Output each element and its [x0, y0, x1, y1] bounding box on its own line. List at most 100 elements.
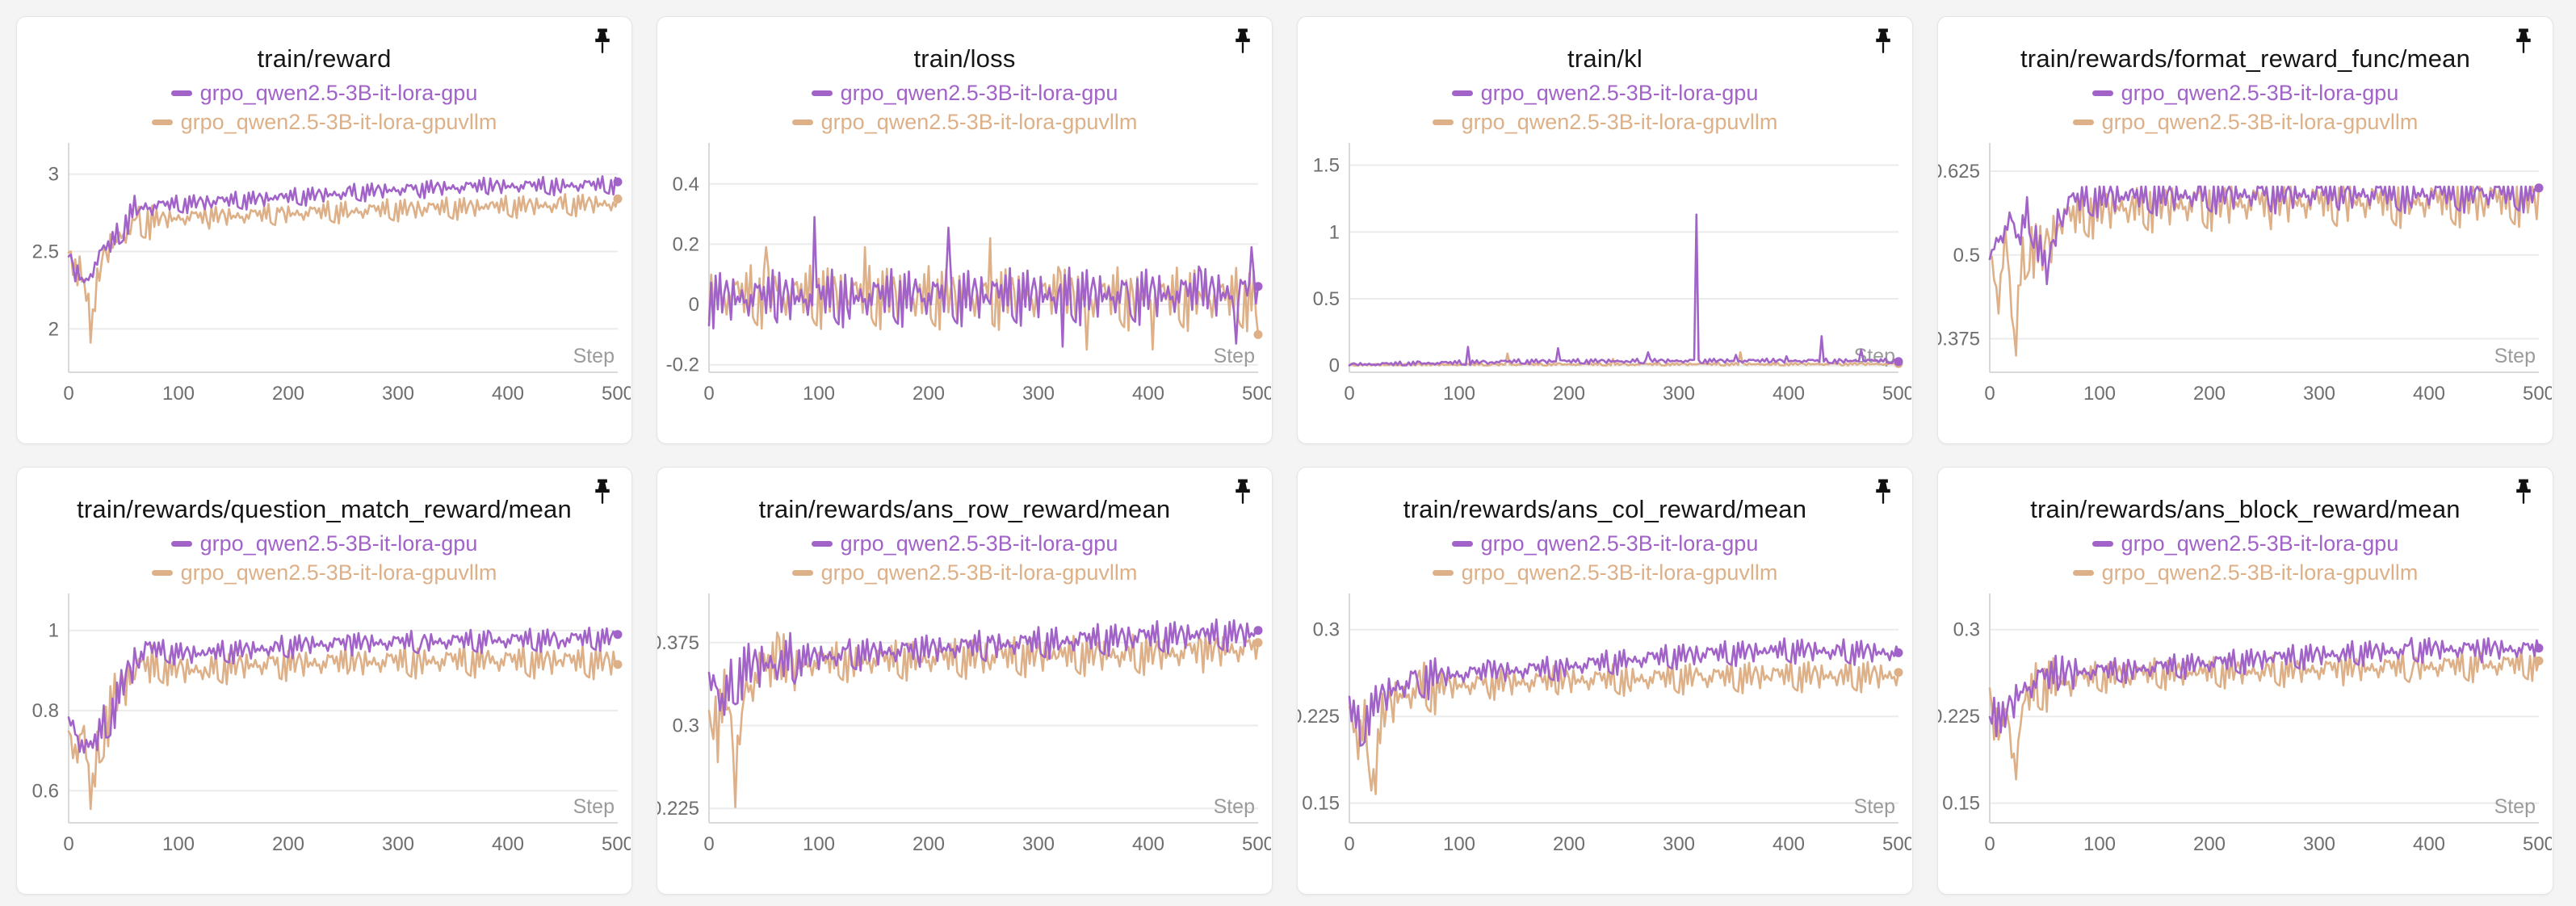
legend-item-run-0[interactable]: grpo_qwen2.5-3B-it-lora-gpu	[17, 78, 631, 107]
legend-item-run-0[interactable]: grpo_qwen2.5-3B-it-lora-gpu	[1298, 529, 1912, 558]
y-tick-label: 2	[48, 318, 59, 340]
series-endpoint-grpo_qwen2.5-3B-it-lora-gpu[interactable]	[614, 178, 623, 187]
chart-plot[interactable]: 0.150.2250.30100200300400500Step	[1298, 589, 1911, 894]
chart-plot[interactable]: 0.60.810100200300400500Step	[17, 589, 631, 894]
legend-item-run-0[interactable]: grpo_qwen2.5-3B-it-lora-gpu	[17, 529, 631, 558]
x-tick-label: 300	[2303, 383, 2335, 405]
chart-plot[interactable]: 00.511.50100200300400500Step	[1298, 138, 1911, 443]
x-tick-label: 500	[1882, 383, 1911, 405]
x-tick-label: 100	[2083, 383, 2116, 405]
series-endpoint-grpo_qwen2.5-3B-it-lora-gpu[interactable]	[1254, 282, 1263, 291]
series-endpoint-grpo_qwen2.5-3B-it-lora-gpuvllm[interactable]	[1254, 638, 1263, 647]
chart-panel-train-reward: train/reward grpo_qwen2.5-3B-it-lora-gpu…	[16, 16, 632, 444]
chart-plot[interactable]: -0.200.20.40100200300400500Step	[657, 138, 1271, 443]
series-line-grpo_qwen2.5-3B-it-lora-gpu[interactable]	[1349, 215, 1898, 366]
x-tick-label: 200	[2193, 383, 2226, 405]
legend-item-run-0[interactable]: grpo_qwen2.5-3B-it-lora-gpu	[1938, 78, 2553, 107]
chart-plot[interactable]: 0.150.2250.30100200300400500Step	[1938, 589, 2552, 894]
legend-item-run-1[interactable]: grpo_qwen2.5-3B-it-lora-gpuvllm	[17, 107, 631, 136]
series-endpoint-grpo_qwen2.5-3B-it-lora-gpu[interactable]	[614, 630, 623, 639]
pin-icon[interactable]	[2514, 479, 2533, 506]
legend-item-run-1[interactable]: grpo_qwen2.5-3B-it-lora-gpuvllm	[657, 107, 1272, 136]
legend-item-run-0[interactable]: grpo_qwen2.5-3B-it-lora-gpu	[1938, 529, 2553, 558]
series-line-grpo_qwen2.5-3B-it-lora-gpuvllm[interactable]	[69, 194, 618, 342]
series-endpoint-grpo_qwen2.5-3B-it-lora-gpu[interactable]	[1894, 357, 1903, 366]
series-endpoint-grpo_qwen2.5-3B-it-lora-gpu[interactable]	[2535, 183, 2544, 192]
pin-icon[interactable]	[1233, 28, 1252, 56]
x-tick-label: 500	[2523, 833, 2552, 855]
legend-item-run-0[interactable]: grpo_qwen2.5-3B-it-lora-gpu	[1298, 78, 1912, 107]
legend-swatch	[1433, 120, 1454, 125]
series-line-grpo_qwen2.5-3B-it-lora-gpuvllm[interactable]	[69, 644, 618, 809]
series-line-grpo_qwen2.5-3B-it-lora-gpu[interactable]	[1990, 638, 2539, 736]
chart-plot[interactable]: 0.3750.50.6250100200300400500Step	[1938, 138, 2552, 443]
chart-plot[interactable]: 0.2250.30.3750100200300400500Step	[657, 589, 1271, 894]
x-tick-label: 100	[162, 383, 195, 405]
series-endpoint-grpo_qwen2.5-3B-it-lora-gpuvllm[interactable]	[614, 195, 623, 203]
series-line-grpo_qwen2.5-3B-it-lora-gpu[interactable]	[69, 627, 618, 753]
x-tick-label: 100	[1443, 383, 1475, 405]
series-endpoint-grpo_qwen2.5-3B-it-lora-gpuvllm[interactable]	[2535, 656, 2544, 665]
x-tick-label: 100	[162, 833, 195, 855]
x-tick-label: 0	[1344, 833, 1354, 855]
x-axis-title: Step	[573, 795, 615, 818]
y-tick-label: 1	[48, 620, 59, 642]
series-line-grpo_qwen2.5-3B-it-lora-gpuvllm[interactable]	[1990, 649, 2539, 779]
legend-label: grpo_qwen2.5-3B-it-lora-gpu	[200, 529, 478, 558]
legend-item-run-0[interactable]: grpo_qwen2.5-3B-it-lora-gpu	[657, 78, 1272, 107]
legend-item-run-1[interactable]: grpo_qwen2.5-3B-it-lora-gpuvllm	[657, 558, 1272, 587]
legend-swatch	[1433, 570, 1454, 576]
series-endpoint-grpo_qwen2.5-3B-it-lora-gpuvllm[interactable]	[614, 660, 623, 669]
x-tick-label: 300	[1022, 383, 1055, 405]
x-tick-label: 400	[1773, 833, 1805, 855]
y-tick-label: 0.6	[32, 780, 59, 802]
x-tick-label: 200	[913, 383, 945, 405]
series-endpoint-grpo_qwen2.5-3B-it-lora-gpuvllm[interactable]	[1894, 668, 1903, 677]
legend-item-run-1[interactable]: grpo_qwen2.5-3B-it-lora-gpuvllm	[1938, 558, 2553, 587]
x-tick-label: 0	[703, 383, 714, 405]
legend-swatch	[1452, 541, 1473, 547]
pin-icon[interactable]	[593, 28, 612, 56]
y-tick-label: 1	[1329, 221, 1340, 243]
legend-swatch	[171, 90, 192, 96]
series-endpoint-grpo_qwen2.5-3B-it-lora-gpu[interactable]	[2535, 644, 2544, 652]
pin-icon[interactable]	[1873, 479, 1893, 506]
series-endpoint-grpo_qwen2.5-3B-it-lora-gpuvllm[interactable]	[1254, 330, 1263, 339]
chart-plot[interactable]: 22.530100200300400500Step	[17, 138, 631, 443]
legend-label: grpo_qwen2.5-3B-it-lora-gpu	[1481, 78, 1759, 107]
legend-item-run-0[interactable]: grpo_qwen2.5-3B-it-lora-gpu	[657, 529, 1272, 558]
legend-item-run-1[interactable]: grpo_qwen2.5-3B-it-lora-gpuvllm	[1938, 107, 2553, 136]
x-tick-label: 500	[1242, 383, 1271, 405]
panel-title: train/rewards/ans_col_reward/mean	[1307, 495, 1903, 524]
x-axis-title: Step	[1214, 795, 1255, 818]
series-line-grpo_qwen2.5-3B-it-lora-gpuvllm[interactable]	[1990, 187, 2539, 355]
x-tick-label: 200	[1553, 833, 1585, 855]
chart-panel-question-match-reward: train/rewards/question_match_reward/mean…	[16, 467, 632, 895]
y-tick-label: 0.15	[1942, 793, 1980, 815]
legend-swatch	[152, 570, 173, 576]
y-tick-label: 2.5	[32, 241, 59, 263]
series-endpoint-grpo_qwen2.5-3B-it-lora-gpu[interactable]	[1254, 626, 1263, 635]
x-tick-label: 400	[1132, 833, 1164, 855]
chart-panel-train-kl: train/kl grpo_qwen2.5-3B-it-lora-gpu grp…	[1297, 16, 1913, 444]
legend-item-run-1[interactable]: grpo_qwen2.5-3B-it-lora-gpuvllm	[1298, 107, 1912, 136]
y-tick-label: 0.3	[1953, 619, 1980, 641]
y-tick-label: 0.8	[32, 700, 59, 722]
legend-item-run-1[interactable]: grpo_qwen2.5-3B-it-lora-gpuvllm	[17, 558, 631, 587]
pin-icon[interactable]	[1873, 28, 1893, 56]
series-endpoint-grpo_qwen2.5-3B-it-lora-gpu[interactable]	[1894, 648, 1903, 657]
x-tick-label: 400	[492, 833, 524, 855]
pin-icon[interactable]	[593, 479, 612, 506]
legend-swatch	[812, 90, 833, 96]
legend-swatch	[792, 120, 813, 125]
legend-swatch	[792, 570, 813, 576]
legend-swatch	[2092, 541, 2113, 547]
chart-panel-ans-col-reward: train/rewards/ans_col_reward/mean grpo_q…	[1297, 467, 1913, 895]
legend-item-run-1[interactable]: grpo_qwen2.5-3B-it-lora-gpuvllm	[1298, 558, 1912, 587]
chart-panel-train-loss: train/loss grpo_qwen2.5-3B-it-lora-gpu g…	[657, 16, 1273, 444]
legend-label: grpo_qwen2.5-3B-it-lora-gpuvllm	[181, 107, 497, 136]
legend-label: grpo_qwen2.5-3B-it-lora-gpuvllm	[181, 558, 497, 587]
pin-icon[interactable]	[1233, 479, 1252, 506]
pin-icon[interactable]	[2514, 28, 2533, 56]
x-tick-label: 400	[492, 383, 524, 405]
